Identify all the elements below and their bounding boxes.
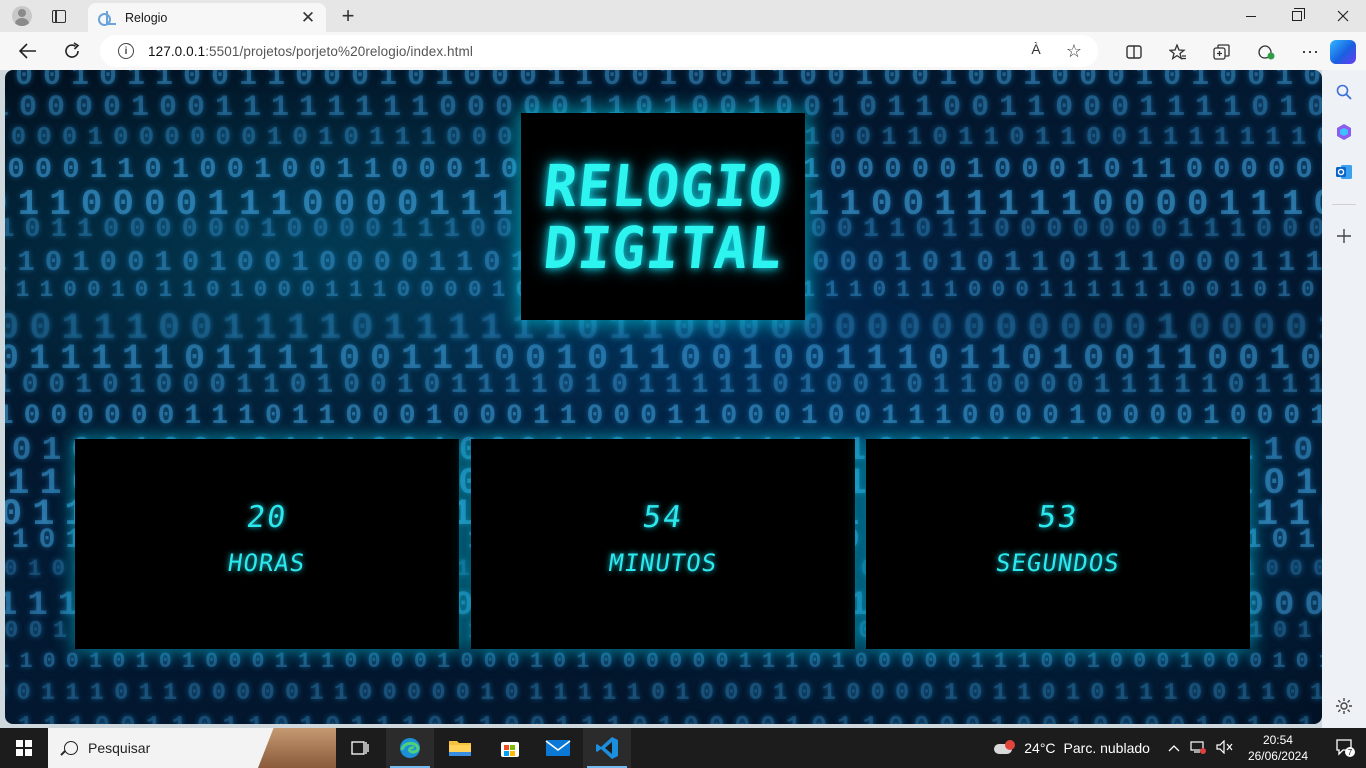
favorites-icon[interactable] <box>1156 40 1200 64</box>
window-controls <box>1228 0 1366 32</box>
binary-row: 1111001101101011101100111010000101100001… <box>5 711 1322 724</box>
maximize-button[interactable] <box>1274 0 1320 32</box>
network-icon[interactable] <box>1190 740 1206 757</box>
more-icon[interactable]: ⋯ <box>1288 40 1332 64</box>
vscode-icon[interactable] <box>583 728 631 768</box>
binary-row: 1110010101000111000010001010000001110100… <box>5 649 1322 674</box>
new-tab-button[interactable]: + <box>336 3 360 28</box>
search-highlight-image <box>258 728 336 768</box>
temperature: 24°C <box>1024 740 1056 756</box>
minutes-label: MINUTOS <box>606 548 720 577</box>
browser-essentials-icon[interactable] <box>1244 40 1288 64</box>
clock-date: 26/06/2024 <box>1247 749 1308 763</box>
collections-icon[interactable] <box>1200 40 1244 64</box>
copilot-icon[interactable] <box>1330 40 1356 64</box>
sidebar-settings-icon[interactable] <box>1334 696 1354 716</box>
system-tray: 24°C Parc. nublado 20:54 26/06/2024 7 <box>994 728 1366 768</box>
seconds-card: 53 SEGUNDOS <box>866 439 1250 649</box>
minutes-card: 54 MINUTOS <box>471 439 855 649</box>
clock[interactable]: 20:54 26/06/2024 <box>1248 732 1308 764</box>
notifications-count: 7 <box>1348 748 1353 757</box>
volume-muted-icon[interactable] <box>1216 739 1234 757</box>
favicon-icon <box>98 10 116 26</box>
search-placeholder: Pesquisar <box>88 740 151 756</box>
tab-actions-icon[interactable] <box>44 4 74 28</box>
split-screen-icon[interactable] <box>1112 40 1156 64</box>
info-icon[interactable]: i <box>118 43 134 59</box>
read-aloud-icon[interactable]: À <box>1026 41 1046 62</box>
close-window-button[interactable] <box>1320 0 1366 32</box>
mail-icon[interactable] <box>534 728 582 768</box>
hours-card: 20 HORAS <box>75 439 459 649</box>
file-explorer-icon[interactable] <box>436 728 484 768</box>
web-page: 0001011001100010100011001001100100100100… <box>5 70 1322 724</box>
refresh-icon[interactable] <box>57 37 87 65</box>
browser-tab-bar: Relogio ✕ + <box>0 0 1366 32</box>
favorite-star-icon[interactable]: ☆ <box>1064 41 1084 62</box>
binary-row: 0011101100000110000010111110100010100001… <box>5 680 1322 707</box>
minimize-button[interactable] <box>1228 0 1274 32</box>
sidebar-copilot-icon[interactable] <box>1334 122 1354 142</box>
browser-toolbar: i 127.0.0.1:5501/projetos/porjeto%20relo… <box>0 32 1366 70</box>
sidebar-separator <box>1332 204 1356 205</box>
edge-icon[interactable] <box>386 728 434 768</box>
sidebar-add-icon[interactable] <box>1334 226 1354 246</box>
hours-value: 20 <box>244 499 290 535</box>
sidebar-outlook-icon[interactable] <box>1334 162 1354 182</box>
windows-taskbar: Pesquisar 24°C Parc. nublado 20:54 26/06… <box>0 728 1366 768</box>
store-icon[interactable] <box>486 728 534 768</box>
chevron-up-icon[interactable] <box>1168 740 1180 757</box>
page-title-line1: RELOGIO <box>540 151 786 220</box>
address-bar[interactable]: i 127.0.0.1:5501/projetos/porjeto%20relo… <box>100 35 1098 67</box>
notifications-icon[interactable]: 7 <box>1326 728 1366 768</box>
search-icon <box>64 741 78 755</box>
sidebar-search-icon[interactable] <box>1334 82 1354 102</box>
seconds-label: SEGUNDOS <box>994 548 1122 577</box>
windows-start-icon[interactable] <box>0 728 48 768</box>
task-view-icon[interactable] <box>336 728 384 768</box>
weather-widget[interactable]: 24°C Parc. nublado <box>994 740 1150 756</box>
weather-text: Parc. nublado <box>1063 740 1150 756</box>
binary-row: 0100000011101100010001100011000100111000… <box>5 401 1322 432</box>
page-title-line2: DIGITAL <box>540 213 786 282</box>
binary-row: 1100101000110100101111010111110100101100… <box>5 370 1322 401</box>
profile-icon[interactable] <box>8 4 36 28</box>
browser-tab[interactable]: Relogio ✕ <box>88 3 326 32</box>
title-panel: RELOGIO DIGITAL <box>521 113 805 320</box>
taskbar-search[interactable]: Pesquisar <box>48 728 336 768</box>
back-icon[interactable] <box>13 37 43 65</box>
weather-icon <box>994 740 1016 756</box>
url-text[interactable]: 127.0.0.1:5501/projetos/porjeto%20relogi… <box>148 44 473 59</box>
minutes-value: 54 <box>640 499 686 535</box>
hours-label: HORAS <box>226 548 308 577</box>
clock-time: 20:54 <box>1262 733 1293 747</box>
seconds-value: 53 <box>1035 499 1081 535</box>
close-tab-button[interactable]: ✕ <box>296 6 320 30</box>
browser-sidebar <box>1322 70 1366 728</box>
tab-title: Relogio <box>125 10 168 25</box>
